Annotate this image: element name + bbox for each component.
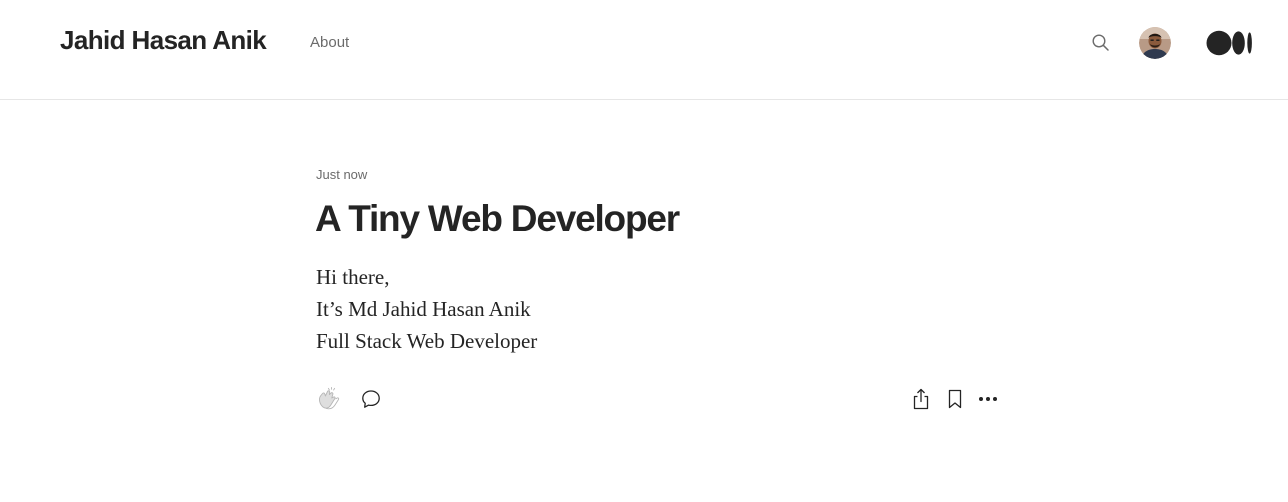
- article-body: Hi there, It’s Md Jahid Hasan Anik Full …: [316, 261, 537, 357]
- share-icon[interactable]: [910, 387, 932, 411]
- nav-about-link[interactable]: About: [310, 34, 349, 51]
- medium-logo-icon[interactable]: [1206, 29, 1254, 57]
- article-title: A Tiny Web Developer: [315, 198, 680, 239]
- post-timestamp: Just now: [316, 167, 368, 182]
- clap-icon[interactable]: [316, 385, 342, 411]
- avatar[interactable]: [1139, 27, 1171, 59]
- article-paragraph: Hi there,: [316, 265, 390, 289]
- search-icon[interactable]: [1090, 32, 1112, 54]
- bookmark-icon[interactable]: [945, 388, 965, 410]
- site-title[interactable]: Jahid Hasan Anik: [60, 25, 267, 56]
- article-actions-bar: [316, 383, 998, 415]
- article-paragraph: Full Stack Web Developer: [316, 329, 538, 353]
- site-header: Jahid Hasan Anik About: [0, 0, 1288, 100]
- comment-icon[interactable]: [360, 388, 382, 410]
- article-paragraph: It’s Md Jahid Hasan Anik: [316, 297, 531, 321]
- more-icon[interactable]: [976, 388, 1000, 410]
